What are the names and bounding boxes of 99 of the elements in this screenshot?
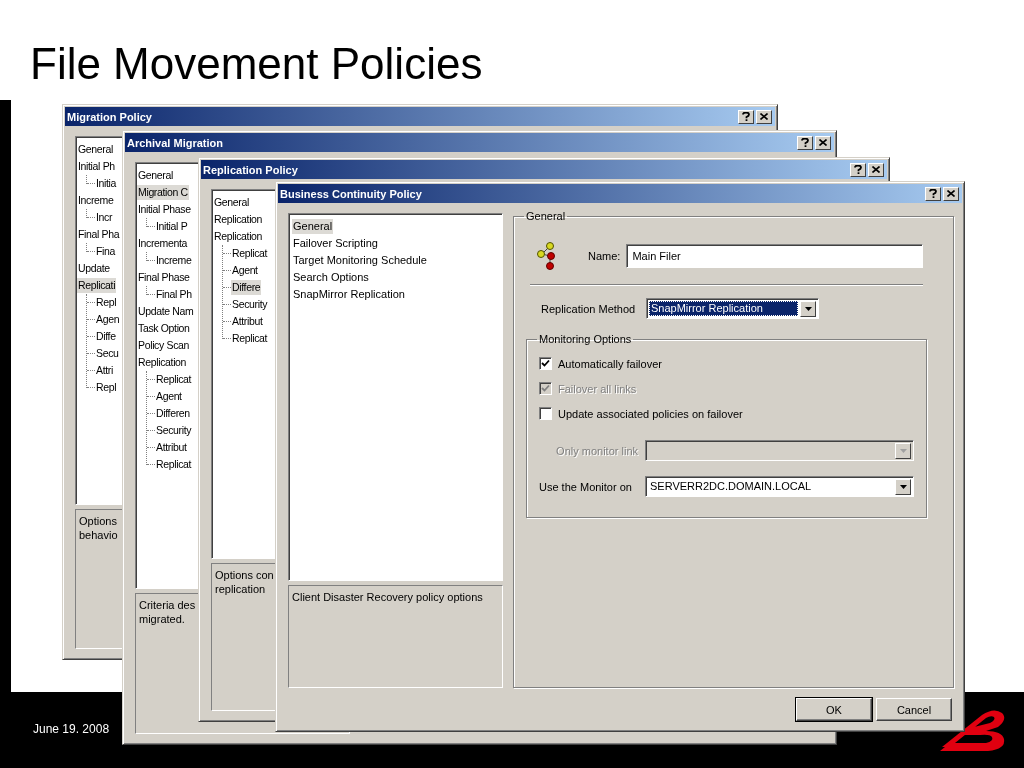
list-item[interactable]: Failover Scripting bbox=[292, 236, 379, 251]
field-label: Use the Monitor on bbox=[539, 480, 633, 493]
tree-item[interactable]: Policy Scan bbox=[137, 338, 190, 353]
list-item[interactable]: Target Monitoring Schedule bbox=[292, 253, 428, 268]
close-button[interactable] bbox=[756, 109, 772, 124]
group-title: General bbox=[525, 210, 567, 222]
field-label: Name: bbox=[588, 250, 621, 262]
tree-item[interactable]: Initial Phase bbox=[137, 202, 192, 217]
description-text: Criteria des bbox=[139, 598, 197, 612]
description-text: migrated. bbox=[139, 612, 186, 626]
dropdown-arrow-icon bbox=[899, 448, 907, 453]
field-label: Only monitor link bbox=[555, 444, 638, 457]
checkbox[interactable] bbox=[539, 407, 552, 420]
checkbox[interactable] bbox=[539, 357, 552, 370]
help-button[interactable] bbox=[925, 186, 941, 201]
tree-item[interactable]: Incr bbox=[95, 210, 114, 225]
close-icon bbox=[760, 113, 768, 120]
check-icon bbox=[541, 359, 550, 368]
window-title: Business Continuity Policy bbox=[280, 187, 423, 200]
tree-item[interactable]: Increme bbox=[155, 253, 193, 268]
dropdown-arrow-icon bbox=[899, 484, 907, 489]
close-icon bbox=[947, 190, 955, 197]
description-text: Options con bbox=[215, 568, 275, 582]
dropdown[interactable]: SnapMirror Replication bbox=[646, 298, 819, 319]
tree-item[interactable]: Update Nam bbox=[137, 304, 195, 319]
tree-item[interactable]: Fina bbox=[95, 244, 117, 259]
tree-item[interactable]: Repl bbox=[95, 380, 118, 395]
close-icon bbox=[819, 139, 827, 146]
check-icon bbox=[541, 384, 550, 393]
list-item[interactable]: General bbox=[292, 219, 334, 234]
tree-item[interactable]: General bbox=[77, 142, 114, 157]
tree-item[interactable]: General bbox=[213, 195, 250, 210]
tree-item[interactable]: Replicat bbox=[231, 246, 269, 261]
help-icon bbox=[801, 138, 809, 147]
field-label: Replication Method bbox=[541, 302, 637, 315]
description-text: behavio bbox=[79, 528, 119, 542]
cancel-button[interactable]: Cancel bbox=[876, 698, 952, 721]
checkbox-label: Failover all links bbox=[558, 382, 637, 395]
help-icon bbox=[929, 189, 937, 198]
tree-item[interactable]: Replication bbox=[213, 212, 264, 227]
tree-item[interactable]: Replication bbox=[137, 355, 188, 370]
description-text: replication bbox=[215, 582, 267, 596]
close-button[interactable] bbox=[868, 162, 884, 177]
network-nodes-icon bbox=[536, 241, 558, 271]
tree-item[interactable]: Replicat bbox=[155, 372, 193, 387]
tree-item[interactable]: Secu bbox=[95, 346, 120, 361]
tree-item[interactable]: Agen bbox=[95, 312, 121, 327]
close-button[interactable] bbox=[943, 186, 959, 201]
tree-item[interactable]: General bbox=[137, 168, 174, 183]
tree-item[interactable]: Attribut bbox=[155, 440, 188, 455]
tree-item[interactable]: Replication bbox=[213, 229, 264, 244]
tree-item[interactable]: Increme bbox=[77, 193, 115, 208]
list-item[interactable]: Search Options bbox=[292, 270, 370, 285]
checkbox-label: Update associated policies on failover bbox=[558, 407, 743, 420]
group-title: Monitoring Options bbox=[538, 333, 633, 345]
help-button[interactable] bbox=[850, 162, 866, 177]
window-title: Archival Migration bbox=[127, 136, 224, 149]
name-field[interactable]: Main Filer bbox=[626, 244, 923, 268]
footer-date: June 19. 2008 bbox=[33, 722, 110, 736]
tree-item[interactable]: Update bbox=[77, 261, 111, 276]
dropdown[interactable]: SERVERR2DC.DOMAIN.LOCAL bbox=[645, 476, 914, 497]
tree-item[interactable]: Initial P bbox=[155, 219, 189, 234]
description-text: Client Disaster Recovery policy options bbox=[292, 590, 484, 604]
window-title: Replication Policy bbox=[203, 163, 299, 176]
tree-item[interactable]: Final Ph bbox=[155, 287, 193, 302]
tree-item[interactable]: Agent bbox=[155, 389, 183, 404]
tree-item[interactable]: Agent bbox=[231, 263, 259, 278]
tree-item[interactable]: Replicati bbox=[77, 278, 117, 293]
tree-item[interactable]: Final Pha bbox=[77, 227, 121, 242]
help-icon bbox=[742, 112, 750, 121]
tree-item[interactable]: Differen bbox=[155, 406, 191, 421]
ok-button[interactable]: OK bbox=[796, 698, 872, 721]
tree-item[interactable]: Security bbox=[231, 297, 269, 312]
tree-item[interactable]: Initia bbox=[95, 176, 118, 191]
tree-item[interactable]: Initial Ph bbox=[77, 159, 116, 174]
help-button[interactable] bbox=[738, 109, 754, 124]
tree-item[interactable]: Incrementa bbox=[137, 236, 189, 251]
close-button[interactable] bbox=[815, 135, 831, 150]
tree-item[interactable]: Replicat bbox=[155, 457, 193, 472]
slide-title: File Movement Policies bbox=[30, 38, 484, 90]
tree-item[interactable]: Repl bbox=[95, 295, 118, 310]
close-icon bbox=[872, 166, 880, 173]
description-text: Options bbox=[79, 514, 118, 528]
window-title: Migration Policy bbox=[67, 110, 153, 123]
tree-item[interactable]: Differe bbox=[231, 280, 262, 295]
checkbox-label: Automatically failover bbox=[558, 357, 662, 370]
dropdown-arrow-icon bbox=[804, 306, 812, 311]
help-button[interactable] bbox=[797, 135, 813, 150]
list-item[interactable]: SnapMirror Replication bbox=[292, 287, 406, 302]
dropdown[interactable] bbox=[645, 440, 914, 461]
tree-item[interactable]: Attribut bbox=[231, 314, 264, 329]
help-icon bbox=[854, 165, 862, 174]
tree-item[interactable]: Final Phase bbox=[137, 270, 191, 285]
tree-item[interactable]: Migration C bbox=[137, 185, 189, 200]
tree-item[interactable]: Task Option bbox=[137, 321, 191, 336]
tree-item[interactable]: Diffe bbox=[95, 329, 117, 344]
tree-item[interactable]: Attri bbox=[95, 363, 114, 378]
tree-item[interactable]: Replicat bbox=[231, 331, 269, 346]
tree-item[interactable]: Security bbox=[155, 423, 193, 438]
